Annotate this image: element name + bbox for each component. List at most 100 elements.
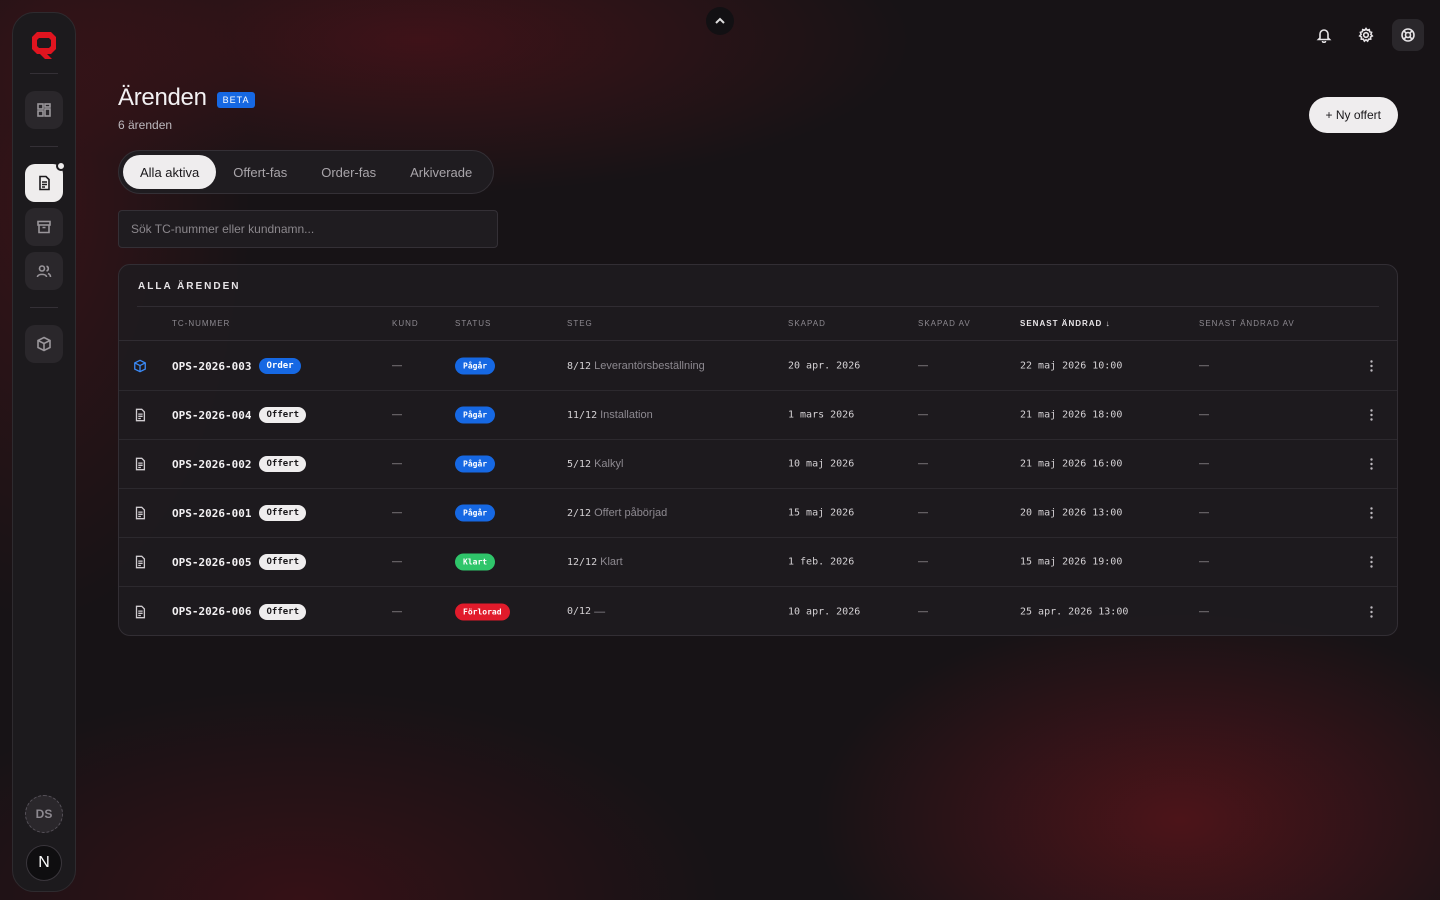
sidebar-divider: [30, 307, 58, 308]
gear-icon: [1358, 27, 1374, 43]
table-row[interactable]: OPS-2026-005 Offert — Klart 12/12 Klart 1 feb.…: [119, 538, 1397, 587]
table-row[interactable]: OPS-2026-001 Offert — Pågår 2/12 Offert påbör…: [119, 489, 1397, 538]
status-badge: Förlorad: [455, 603, 510, 620]
app-logo[interactable]: [29, 29, 59, 59]
step-count: 8/12: [567, 360, 592, 372]
column-senast-andrad-label: SENAST ÄNDRAD: [1020, 319, 1103, 328]
tc-number: OPS-2026-006: [172, 605, 252, 618]
sidebar-item-archive[interactable]: [25, 208, 63, 246]
tc-number-cell[interactable]: OPS-2026-005 Offert: [172, 554, 306, 570]
tab-offert-fas[interactable]: Offert-fas: [216, 155, 304, 189]
chevron-up-icon: [715, 17, 725, 24]
row-menu-button[interactable]: [1370, 507, 1373, 519]
sidebar-item-dashboard[interactable]: [25, 91, 63, 129]
sidebar-divider: [30, 73, 58, 74]
tc-number-cell[interactable]: OPS-2026-004 Offert: [172, 407, 306, 423]
row-menu-button[interactable]: [1370, 556, 1373, 568]
status-badge: Pågår: [455, 455, 496, 473]
tc-number-cell[interactable]: OPS-2026-003 Order: [172, 358, 301, 374]
column-skapad-av[interactable]: SKAPAD AV: [918, 319, 971, 328]
row-menu-button[interactable]: [1370, 458, 1373, 470]
created-cell: 15 maj 2026: [788, 507, 855, 519]
filter-tabs: Alla aktiva Offert-fas Order-fas Arkiverade: [118, 150, 495, 194]
tab-alla-aktiva[interactable]: Alla aktiva: [123, 155, 217, 189]
tab-arkiverade[interactable]: Arkiverade: [393, 155, 489, 189]
phase-badge: Offert: [259, 554, 306, 570]
column-senast-andrad-av[interactable]: SENAST ÄNDRAD AV: [1199, 319, 1295, 328]
column-senast-andrad[interactable]: SENAST ÄNDRAD ↓: [1020, 319, 1111, 328]
notifications-button[interactable]: [1308, 19, 1340, 51]
sidebar-item-users[interactable]: [25, 252, 63, 290]
column-kund[interactable]: KUND: [392, 319, 419, 328]
sidebar-item-arenden[interactable]: [25, 161, 66, 202]
bell-icon: [1316, 29, 1332, 43]
tc-number-cell[interactable]: OPS-2026-006 Offert: [172, 603, 306, 620]
phase-badge: Offert: [259, 505, 306, 521]
kund-cell: —: [392, 606, 402, 617]
settings-button[interactable]: [1350, 19, 1382, 51]
archive-icon: [37, 220, 51, 234]
table-row[interactable]: OPS-2026-003 Order — Pågår 8/12 Leverantörsbe…: [119, 342, 1397, 391]
modified-cell: 15 maj 2026 19:00: [1020, 556, 1123, 568]
modified-cell: 21 maj 2026 16:00: [1020, 458, 1123, 470]
collapse-toggle[interactable]: [706, 7, 734, 35]
step-cell: 12/12 Klart: [567, 556, 623, 568]
step-label: Leverantörsbeställning: [594, 360, 705, 372]
box-icon: [37, 336, 51, 352]
users-icon: [36, 265, 52, 278]
step-label: —: [594, 605, 606, 618]
created-cell: 1 mars 2026: [788, 409, 855, 421]
box-icon: [134, 359, 146, 373]
step-label: Klart: [600, 556, 623, 568]
created-cell: 20 apr. 2026: [788, 360, 861, 372]
tc-number: OPS-2026-001: [172, 506, 252, 520]
modified-by-cell: —: [1199, 507, 1209, 519]
created-by-cell: —: [918, 556, 928, 568]
new-offer-button[interactable]: + Ny offert: [1308, 97, 1398, 133]
modified-cell: 20 maj 2026 13:00: [1020, 507, 1123, 519]
column-skapad[interactable]: SKAPAD: [788, 319, 826, 328]
kund-cell: —: [392, 556, 402, 568]
kund-cell: —: [392, 409, 402, 421]
tc-number-cell[interactable]: OPS-2026-001 Offert: [172, 505, 306, 521]
tc-number-cell[interactable]: OPS-2026-002 Offert: [172, 456, 306, 472]
phase-badge: Offert: [259, 407, 306, 423]
status-cell: Pågår: [455, 455, 496, 473]
column-steg[interactable]: STEG: [567, 319, 593, 328]
search-input[interactable]: [118, 210, 498, 248]
kebab-icon: [1370, 605, 1373, 618]
status-badge: Pågår: [455, 504, 496, 522]
table-title: ALLA ÄRENDEN: [138, 281, 241, 292]
column-status[interactable]: STATUS: [455, 319, 491, 328]
sidebar-item-products[interactable]: [25, 325, 63, 363]
help-button[interactable]: [1392, 19, 1424, 51]
modified-cell: 25 apr. 2026 13:00: [1020, 606, 1129, 617]
user-avatar[interactable]: DS: [25, 795, 63, 833]
row-menu-button[interactable]: [1370, 605, 1373, 618]
row-menu-button[interactable]: [1370, 360, 1373, 372]
case-count: 6 ärenden: [118, 118, 173, 132]
kebab-icon: [1370, 556, 1373, 568]
document-icon: [135, 555, 146, 569]
n-badge[interactable]: N: [26, 845, 62, 881]
sidebar: DS N: [12, 12, 76, 892]
created-by-cell: —: [918, 409, 928, 421]
kebab-icon: [1370, 458, 1373, 470]
table-row[interactable]: OPS-2026-004 Offert — Pågår 11/12 Installatio…: [119, 391, 1397, 440]
document-icon: [135, 408, 146, 422]
status-badge: Pågår: [455, 357, 496, 375]
sort-desc-icon: ↓: [1105, 319, 1111, 328]
step-cell: 8/12 Leverantörsbeställning: [567, 360, 705, 372]
created-by-cell: —: [918, 458, 928, 470]
row-menu-button[interactable]: [1370, 409, 1373, 421]
column-tc-nummer[interactable]: TC-NUMMER: [172, 319, 230, 328]
step-count: 2/12: [567, 507, 592, 519]
created-cell: 10 apr. 2026: [788, 606, 861, 617]
tc-number: OPS-2026-005: [172, 555, 252, 569]
created-cell: 10 maj 2026: [788, 458, 855, 470]
table-row[interactable]: OPS-2026-002 Offert — Pågår 5/12 Kalkyl 10 maj…: [119, 440, 1397, 489]
table-row[interactable]: OPS-2026-006 Offert — Förlorad 0/12—10 apr. …: [119, 587, 1397, 635]
kund-cell: —: [392, 360, 402, 372]
tab-order-fas[interactable]: Order-fas: [304, 155, 393, 189]
step-cell: 11/12 Installation: [567, 409, 653, 421]
